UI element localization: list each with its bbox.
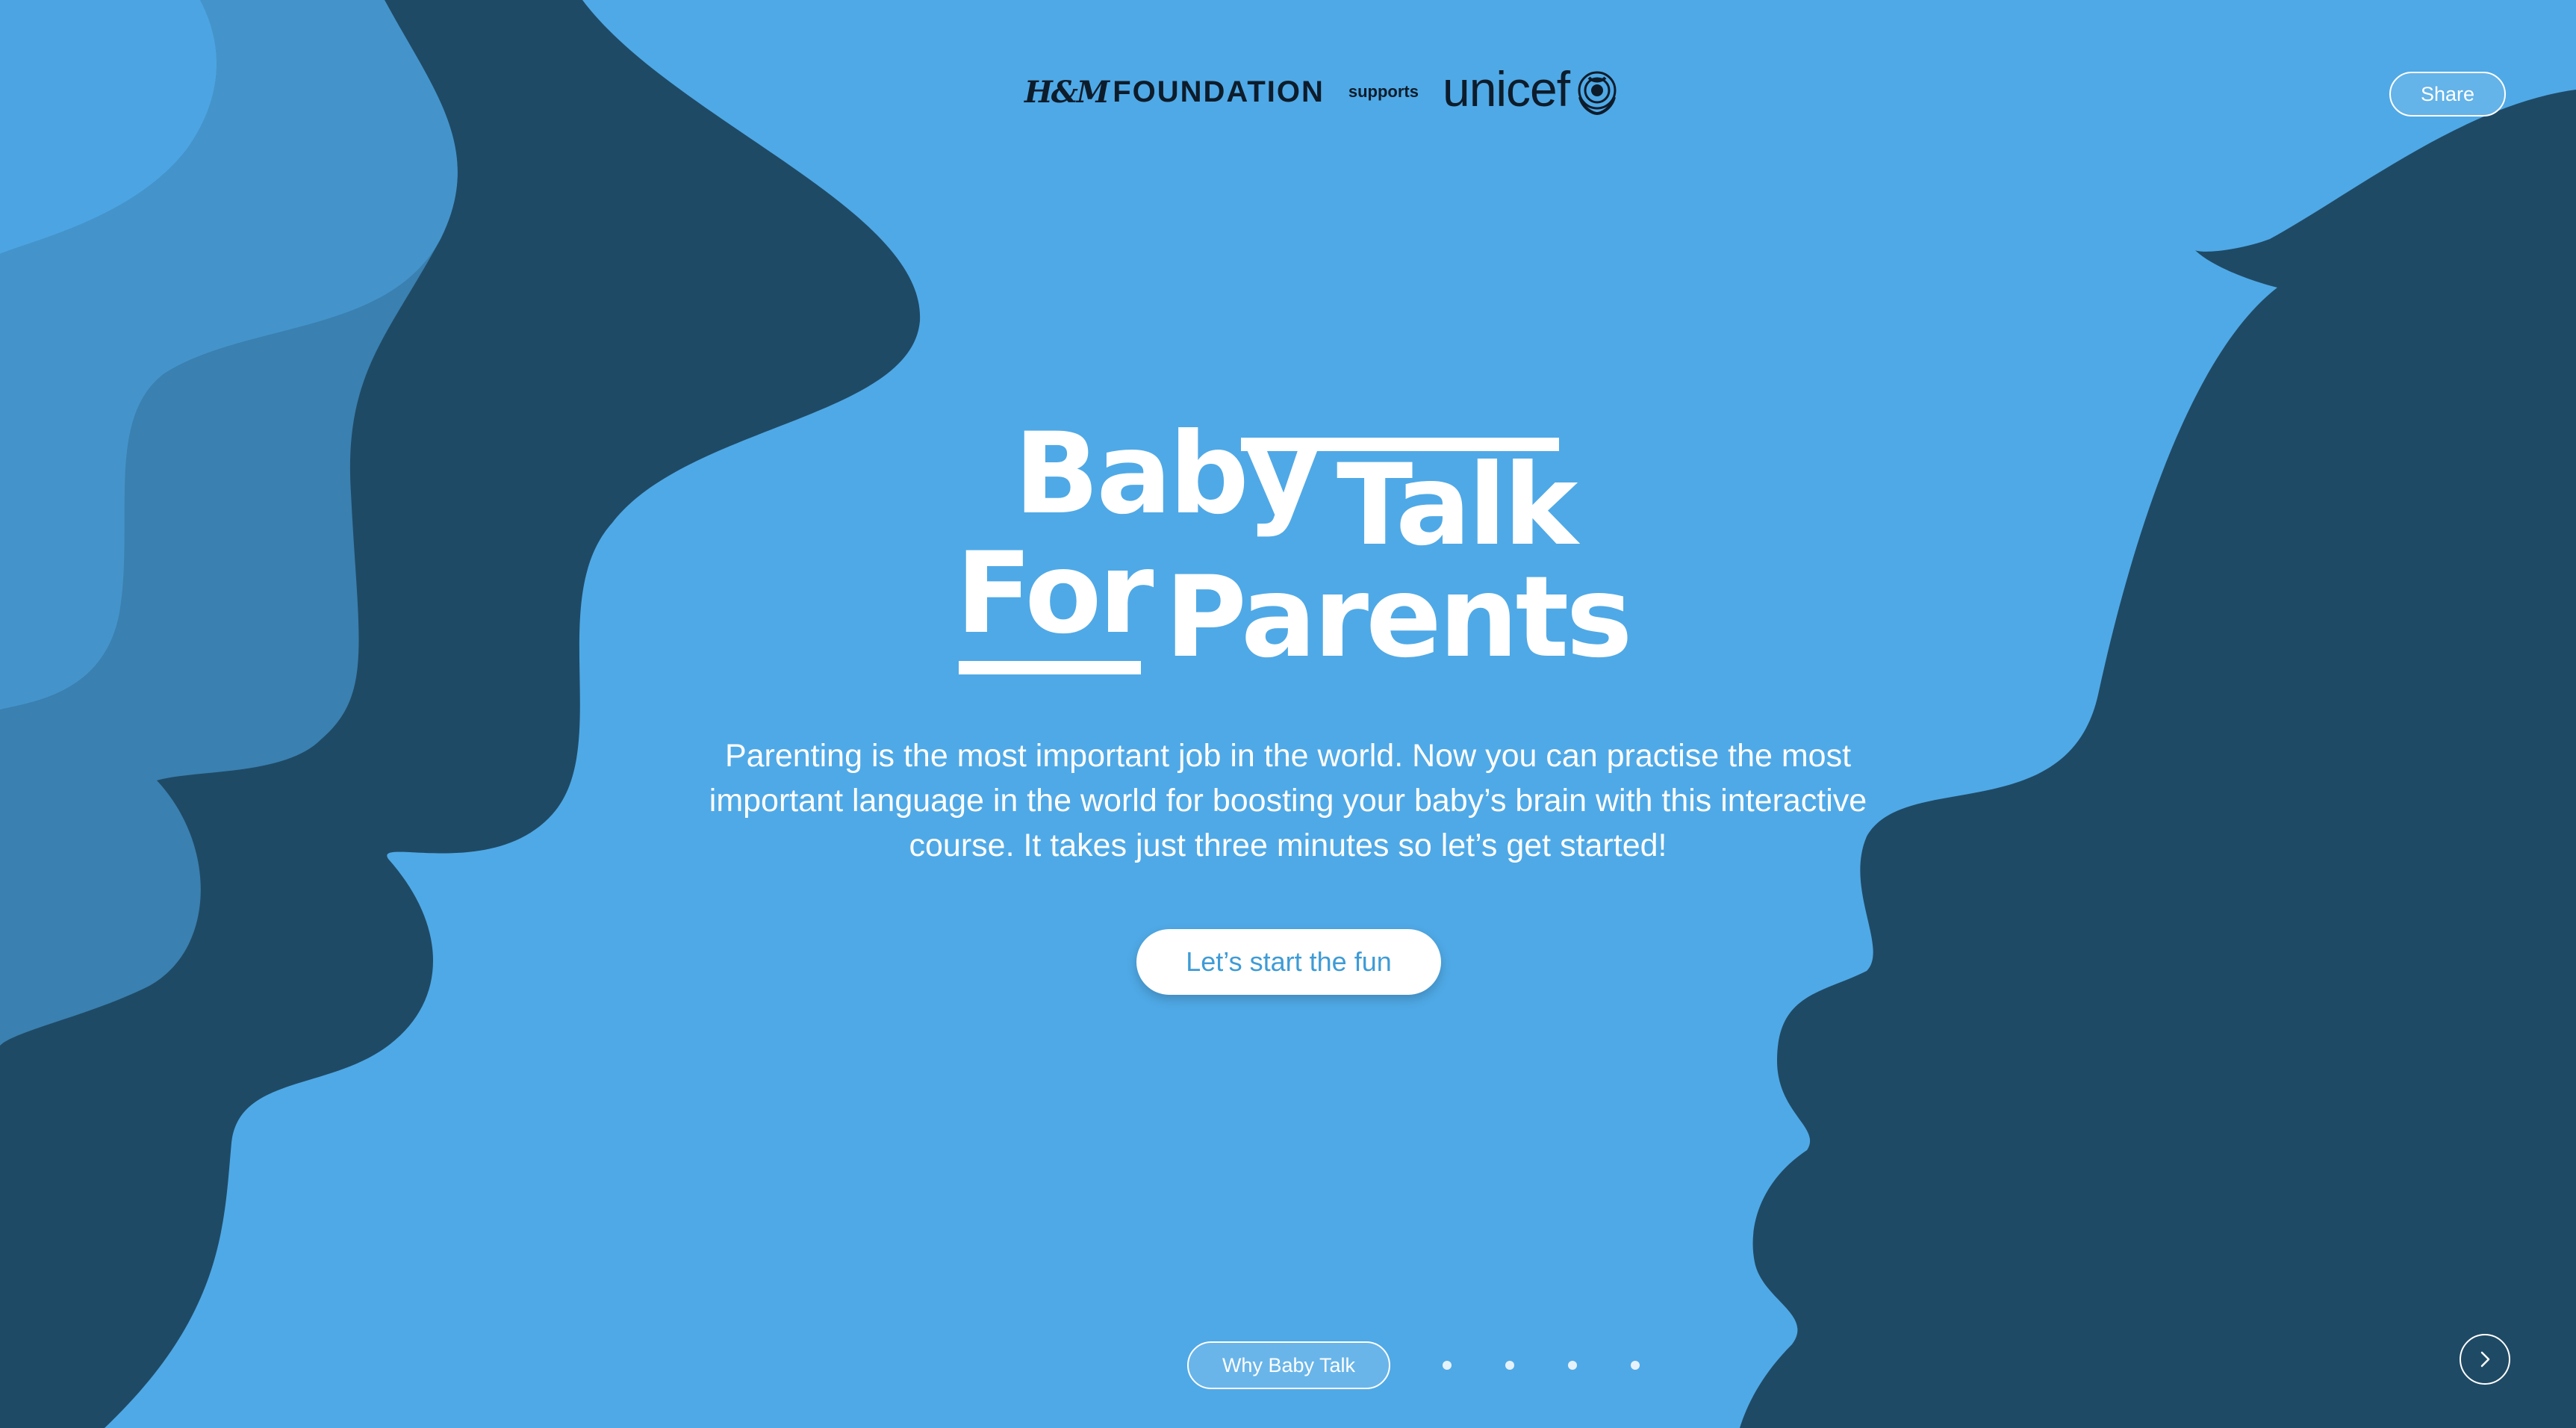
share-button[interactable]: Share <box>2389 72 2506 117</box>
section-dot-1[interactable] <box>1443 1361 1452 1370</box>
sponsor-logos: H&M FOUNDATION supports unicef <box>1024 61 1622 118</box>
header: H&M FOUNDATION supports unicef <box>0 61 2576 118</box>
section-dot-2[interactable] <box>1505 1361 1514 1370</box>
why-baby-talk-button[interactable]: Why Baby Talk <box>1187 1341 1390 1389</box>
section-dot-3[interactable] <box>1568 1361 1577 1370</box>
start-button[interactable]: Let’s start the fun <box>1136 929 1441 995</box>
title-word-talk: Talk <box>1337 441 1578 571</box>
page-title: Baby Talk For Parents <box>948 418 1635 687</box>
next-button[interactable] <box>2460 1334 2510 1385</box>
section-dot-4[interactable] <box>1631 1361 1640 1370</box>
foundation-logo-text: FOUNDATION <box>1113 75 1325 108</box>
supports-text: supports <box>1348 82 1419 101</box>
intro-text: Parenting is the most important job in t… <box>709 738 1867 863</box>
title-word-parents: Parents <box>1165 553 1633 683</box>
unicef-logo-text: unicef <box>1442 61 1570 117</box>
section-nav: Why Baby Talk <box>1187 1341 1640 1389</box>
background-illustration <box>0 0 2576 1428</box>
title-underline <box>959 661 1141 674</box>
title-word-baby: Baby <box>1014 409 1319 539</box>
un-emblem-icon <box>1578 71 1617 116</box>
title-word-for: For <box>956 529 1154 659</box>
hm-logo: H&M <box>1024 74 1110 110</box>
chevron-right-icon <box>2480 1351 2490 1368</box>
